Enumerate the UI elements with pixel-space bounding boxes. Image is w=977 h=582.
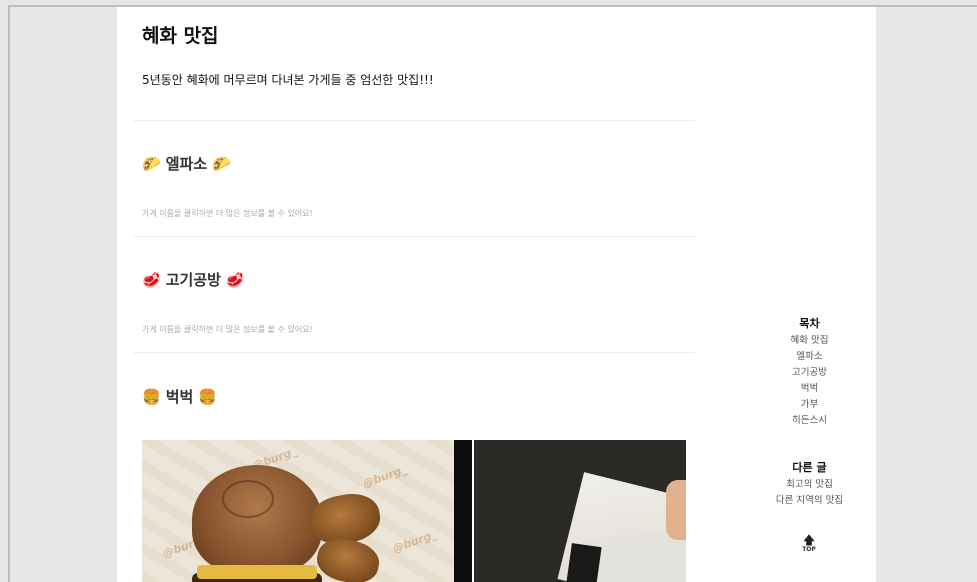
section-hint: 가게 이름을 클릭하면 더 많은 정보를 볼 수 있어요!: [142, 209, 313, 218]
window-frame-left: [8, 5, 10, 582]
section-name[interactable]: 고기공방: [166, 269, 221, 290]
section-name[interactable]: 엘파소: [166, 153, 207, 174]
toc-item[interactable]: 벅벅: [757, 381, 862, 397]
toc-item[interactable]: 엘파소: [757, 349, 862, 365]
burger-cheese: [197, 565, 317, 579]
toc-item[interactable]: 히든스시: [757, 413, 862, 429]
bun-logo: [222, 480, 274, 518]
page-subtitle: 5년동안 혜화에 머무르며 다녀본 가게들 중 엄선한 맛집!!!: [142, 73, 434, 87]
toc-item[interactable]: 혜화 맛집: [757, 333, 862, 349]
burger-photo: @burg_ @burg_ @burg_ @burg_: [142, 440, 472, 582]
scroll-top-button[interactable]: 🡅 TOP: [798, 534, 820, 553]
toc-title: 목차: [799, 317, 820, 330]
toc-item[interactable]: 고기공방: [757, 365, 862, 381]
meat-icon: 🥩: [225, 270, 245, 289]
divider: [133, 236, 695, 237]
up-arrow-icon: 🡅: [802, 533, 816, 547]
section-title-beokbeok[interactable]: 🍔 벅벅 🍔: [142, 386, 217, 407]
top-label: TOP: [802, 546, 816, 553]
dark-object: [566, 543, 602, 582]
hand: [666, 480, 686, 540]
other-post-link[interactable]: 다른 지역의 맛집: [757, 493, 862, 509]
table-of-contents: 목차 혜화 맛집 엘파소 고기공방 벅벅 가부 히든스시: [757, 315, 862, 429]
section-name[interactable]: 벅벅: [166, 386, 194, 407]
meat-icon: 🥩: [142, 270, 161, 289]
page-content: 혜화 맛집 5년동안 혜화에 머무르며 다녀본 가게들 중 엄선한 맛집!!! …: [117, 7, 876, 582]
other-posts: 다른 글 최고의 맛집 다른 지역의 맛집: [757, 459, 862, 509]
section-hint: 가게 이름을 클릭하면 더 많은 정보를 볼 수 있어요!: [142, 325, 313, 334]
taco-icon: 🌮: [212, 154, 231, 173]
burger-icon: 🍔: [142, 387, 161, 406]
toc-item[interactable]: 가부: [757, 397, 862, 413]
section-title-elpaso[interactable]: 🌮 엘파소 🌮: [142, 153, 231, 174]
takeout-photo: [474, 440, 686, 582]
divider: [133, 352, 695, 353]
taco-icon: 🌮: [142, 154, 161, 173]
burger-icon: 🍔: [198, 387, 217, 406]
section-title-gogigongbang[interactable]: 🥩 고기공방 🥩: [142, 269, 245, 290]
other-post-link[interactable]: 최고의 맛집: [757, 477, 862, 493]
divider: [133, 120, 695, 121]
page-title: 혜화 맛집: [142, 25, 219, 47]
other-posts-title: 다른 글: [792, 461, 827, 474]
photo-edge: [454, 440, 472, 582]
